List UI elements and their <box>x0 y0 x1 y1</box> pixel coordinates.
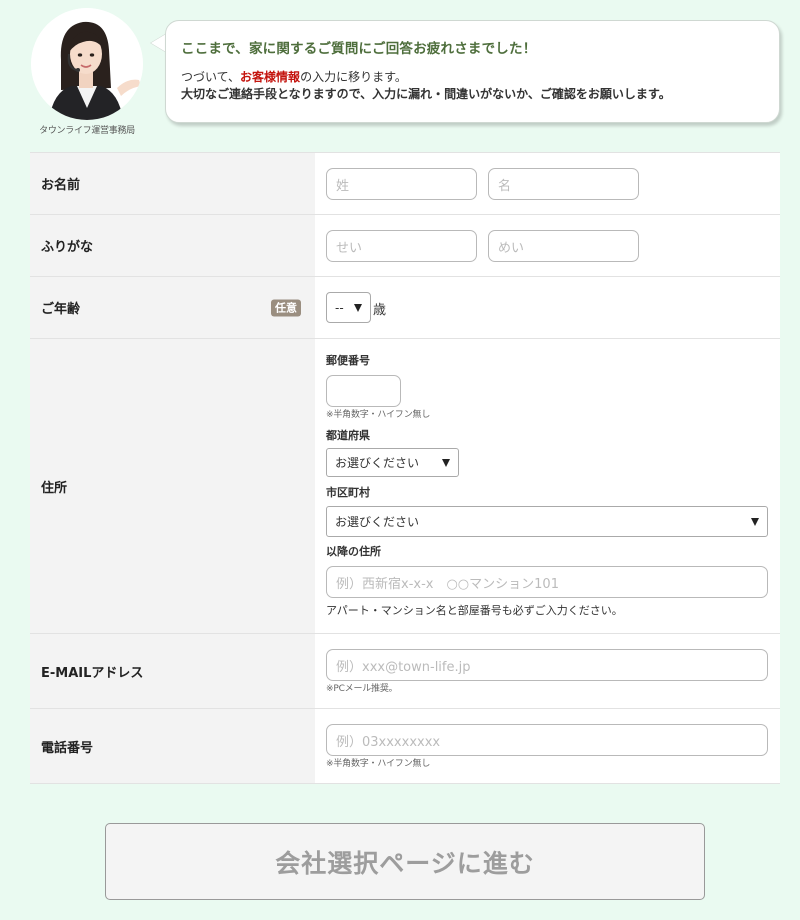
city-label: 市区町村 <box>326 486 370 499</box>
bubble-line2: 大切なご連絡手段となりますので、入力に漏れ・間違いがないか、ご確認をお願いします… <box>181 87 671 101</box>
chevron-down-icon <box>442 458 450 467</box>
bubble-tail <box>151 34 166 52</box>
prefecture-label: 都道府県 <box>326 429 370 442</box>
bubble-highlight: お客様情報 <box>240 70 301 84</box>
email-label: E-MAILアドレス <box>30 634 315 708</box>
postal-note: ※半角数字・ハイフン無し <box>326 410 431 420</box>
first-name-kana-input[interactable]: めい <box>488 230 639 262</box>
operator-caption: タウンライフ運営事務局 <box>39 126 135 136</box>
chevron-down-icon <box>354 303 362 312</box>
street-label: 以降の住所 <box>326 545 381 558</box>
row-phone: 電話番号 例）03xxxxxxxx ※半角数字・ハイフン無し <box>30 709 780 784</box>
prefecture-select[interactable]: お選びください <box>326 448 459 477</box>
operator: タウンライフ運営事務局 <box>31 8 143 136</box>
phone-input[interactable]: 例）03xxxxxxxx <box>326 724 768 756</box>
phone-note: ※半角数字・ハイフン無し <box>326 759 431 769</box>
optional-badge: 任意 <box>271 299 301 316</box>
furigana-label: ふりがな <box>30 215 315 276</box>
bubble-line1: つづいて、お客様情報の入力に移ります。 <box>181 69 779 86</box>
speech-bubble: ここまで、家に関するご質問にご回答お疲れさまでした！ つづいて、お客様情報の入力… <box>165 20 780 123</box>
email-inputs: 例）xxx@town-life.jp ※PCメール推奨。 <box>315 634 780 708</box>
first-name-input[interactable]: 名 <box>488 168 639 200</box>
last-name-input[interactable]: 姓 <box>326 168 477 200</box>
age-label: ご年齢 <box>41 302 81 317</box>
page: タウンライフ運営事務局 ここまで、家に関するご質問にご回答お疲れさまでした！ つ… <box>0 0 800 920</box>
address-inputs: 郵便番号 ※半角数字・ハイフン無し 都道府県 お選びください 市区町村 お選びく… <box>315 339 780 633</box>
row-email: E-MAILアドレス 例）xxx@town-life.jp ※PCメール推奨。 <box>30 634 780 709</box>
row-age: ご年齢 任意 -- 歳 <box>30 277 780 339</box>
submit-button[interactable]: 会社選択ページに進む <box>105 823 705 900</box>
phone-label: 電話番号 <box>30 709 315 783</box>
row-name: お名前 姓 名 <box>30 153 780 215</box>
prefecture-select-value: お選びください <box>335 456 420 470</box>
postal-label: 郵便番号 <box>326 354 370 367</box>
email-input[interactable]: 例）xxx@town-life.jp <box>326 649 768 681</box>
bubble-line1-prefix: つづいて、 <box>181 70 241 84</box>
street-hint: アパート・マンション名と部屋番号も必ずご入力ください。 <box>326 604 623 617</box>
row-furigana: ふりがな せい めい <box>30 215 780 277</box>
furigana-inputs: せい めい <box>315 215 780 276</box>
chevron-down-icon <box>751 517 759 526</box>
operator-photo-icon <box>31 8 143 120</box>
address-label: 住所 <box>30 339 315 633</box>
city-select-value: お選びください <box>335 515 420 529</box>
name-inputs: 姓 名 <box>315 153 780 214</box>
phone-inputs: 例）03xxxxxxxx ※半角数字・ハイフン無し <box>315 709 780 783</box>
name-label: お名前 <box>30 153 315 214</box>
age-inputs: -- 歳 <box>315 277 780 338</box>
customer-form: お名前 姓 名 ふりがな せい めい ご年齢 任意 -- 歳 住所 郵便番号 ※… <box>30 152 780 784</box>
age-unit: 歳 <box>373 303 387 318</box>
age-select-value: -- <box>335 300 344 315</box>
postal-code-input[interactable] <box>326 375 401 407</box>
city-select[interactable]: お選びください <box>326 506 768 537</box>
bubble-line1-suffix: の入力に移ります。 <box>300 70 407 84</box>
row-address: 住所 郵便番号 ※半角数字・ハイフン無し 都道府県 お選びください 市区町村 お… <box>30 339 780 634</box>
last-name-kana-input[interactable]: せい <box>326 230 477 262</box>
age-select[interactable]: -- <box>326 292 371 323</box>
email-note: ※PCメール推奨。 <box>326 684 398 694</box>
street-address-input[interactable]: 例）西新宿x-x-x ○○マンション101 <box>326 566 768 598</box>
age-label-cell: ご年齢 任意 <box>30 277 315 338</box>
bubble-heading: ここまで、家に関するご質問にご回答お疲れさまでした！ <box>181 41 537 57</box>
